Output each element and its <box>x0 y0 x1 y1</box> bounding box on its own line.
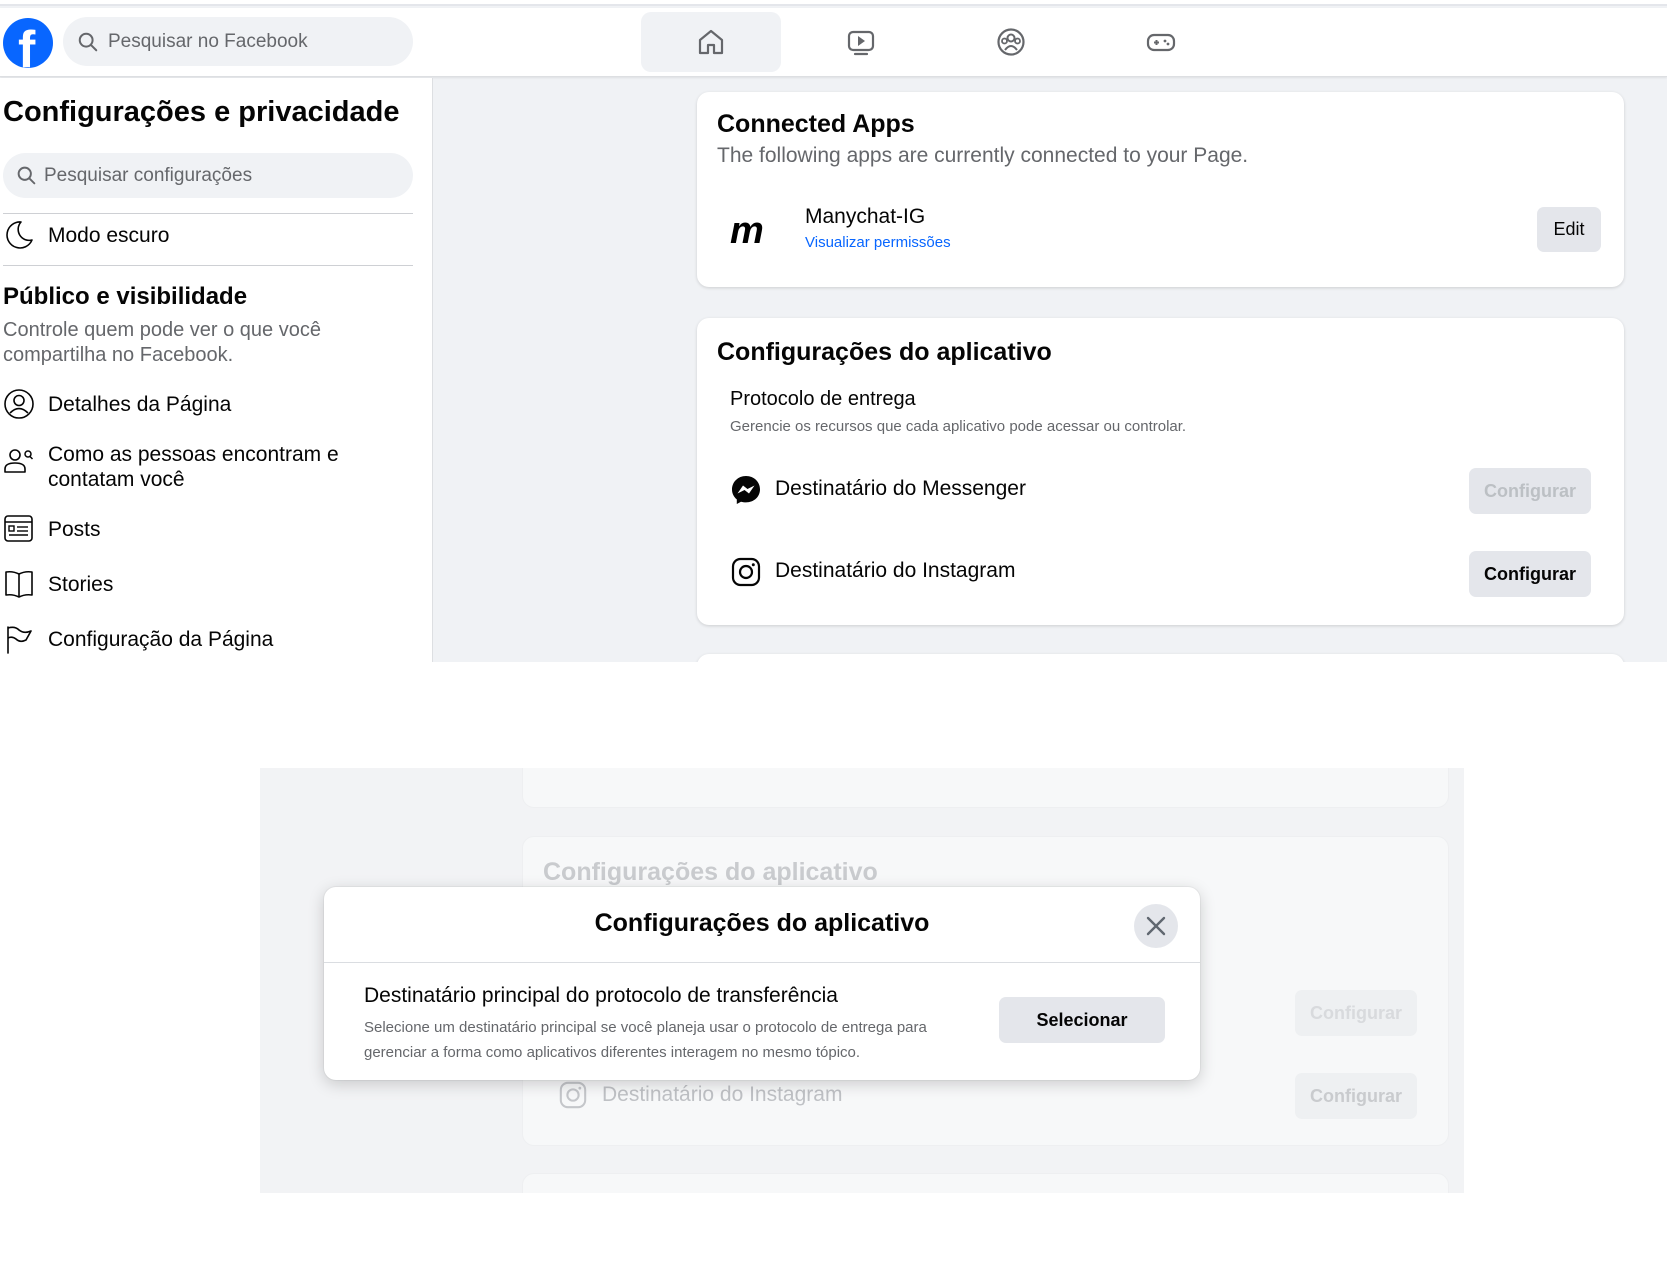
protocol-description: Gerencie os recursos que cada aplicativo… <box>730 418 1187 435</box>
protocol-title: Protocolo de entrega <box>730 388 916 410</box>
next-card-edge <box>697 654 1624 662</box>
page-title: Configurações e privacidade <box>3 96 400 128</box>
divider <box>3 213 413 214</box>
facebook-topbar: f Pesquisar no Facebook <box>0 8 1667 77</box>
tab-video[interactable] <box>791 12 931 72</box>
edit-button[interactable]: Edit <box>1537 207 1601 252</box>
search-icon <box>78 32 98 52</box>
settings-screenshot: f Pesquisar no Facebook Configurações e … <box>0 0 1667 662</box>
card-title: Configurações do aplicativo <box>717 338 1052 366</box>
card-subtitle: The following apps are currently connect… <box>717 144 1249 167</box>
divider <box>3 265 413 266</box>
flag-icon <box>7 626 32 654</box>
configure-instagram-button[interactable]: Configurar <box>1469 551 1591 597</box>
modal-screenshot: Configurações do aplicativo Configurar D… <box>260 768 1464 1193</box>
instagram-icon <box>731 557 761 587</box>
manychat-logo-icon: m <box>730 210 764 252</box>
instagram-icon <box>559 1081 587 1109</box>
background-configure-button: Configurar <box>1295 990 1417 1036</box>
groups-icon <box>997 28 1025 56</box>
close-icon <box>1146 916 1166 936</box>
tab-gaming[interactable] <box>1091 12 1231 72</box>
video-icon <box>847 30 875 56</box>
gaming-icon <box>1146 33 1176 52</box>
sidebar-item-dark-mode[interactable]: Modo escuro <box>3 219 413 255</box>
facebook-search-placeholder: Pesquisar no Facebook <box>108 31 308 52</box>
configure-messenger-button: Configurar <box>1469 468 1591 514</box>
sidebar-item-posts[interactable]: Posts <box>3 513 413 547</box>
messenger-recipient-label: Destinatário do Messenger <box>775 477 1026 500</box>
section-description: Controle quem pode ver o que você compar… <box>3 319 321 366</box>
window-top-edge <box>0 0 1667 6</box>
app-name: Manychat-IG <box>805 205 926 228</box>
tab-home[interactable] <box>641 12 781 72</box>
sidebar-item-label: Modo escuro <box>48 224 170 247</box>
settings-search-placeholder: Pesquisar configurações <box>44 165 253 186</box>
sidebar-item-page-details[interactable]: Detalhes da Página <box>3 388 413 422</box>
people-search-icon <box>4 449 34 473</box>
sidebar-item-label: Posts <box>48 518 101 541</box>
home-icon <box>698 29 724 55</box>
settings-search-input[interactable]: Pesquisar configurações <box>3 153 413 198</box>
posts-icon <box>4 515 33 542</box>
sidebar-item-label: Detalhes da Página <box>48 393 232 416</box>
divider <box>324 962 1200 963</box>
sidebar-item-stories[interactable]: Stories <box>3 568 413 602</box>
book-icon <box>5 570 33 598</box>
background-instagram-label: Destinatário do Instagram <box>602 1083 843 1106</box>
card-title: Connected Apps <box>717 110 915 138</box>
search-icon <box>17 166 36 185</box>
background-card <box>522 768 1449 808</box>
messenger-icon <box>732 476 760 504</box>
facebook-search-input[interactable]: Pesquisar no Facebook <box>63 17 413 66</box>
select-button[interactable]: Selecionar <box>999 997 1165 1043</box>
close-button[interactable] <box>1134 904 1178 948</box>
connected-apps-card: Connected Apps The following apps are cu… <box>697 92 1624 287</box>
sidebar-item-page-setup[interactable]: Configuração da Página <box>3 623 413 657</box>
background-card <box>522 1173 1449 1193</box>
section-title: Público e visibilidade <box>3 283 248 310</box>
background-card-title: Configurações do aplicativo <box>543 858 878 886</box>
moon-icon <box>6 221 33 249</box>
messenger-recipient-row: Destinatário do Messenger <box>730 474 1580 510</box>
dialog-title: Configurações do aplicativo <box>594 909 930 937</box>
app-settings-dialog: Configurações do aplicativo Destinatário… <box>324 887 1200 1080</box>
tab-groups[interactable] <box>941 12 1081 72</box>
app-settings-card: Configurações do aplicativo Protocolo de… <box>697 318 1624 625</box>
profile-icon <box>4 389 34 419</box>
sidebar-item-label: Como as pessoas encontram e contatam voc… <box>48 443 339 491</box>
primary-recipient-heading: Destinatário principal do protocolo de t… <box>364 984 838 1007</box>
sidebar-item-label: Stories <box>48 573 114 596</box>
view-permissions-link[interactable]: Visualizar permissões <box>805 234 951 251</box>
background-configure-button: Configurar <box>1295 1073 1417 1119</box>
instagram-recipient-label: Destinatário do Instagram <box>775 559 1016 582</box>
instagram-recipient-row: Destinatário do Instagram <box>730 556 1580 592</box>
settings-sidebar: Configurações e privacidade Pesquisar co… <box>0 78 433 662</box>
facebook-logo-icon[interactable]: f <box>3 18 53 68</box>
sidebar-item-label: Configuração da Página <box>48 628 274 651</box>
primary-recipient-description: Selecione um destinatário principal se v… <box>364 1019 927 1061</box>
sidebar-item-find-contact[interactable]: Como as pessoas encontram e contatam voc… <box>3 438 413 491</box>
